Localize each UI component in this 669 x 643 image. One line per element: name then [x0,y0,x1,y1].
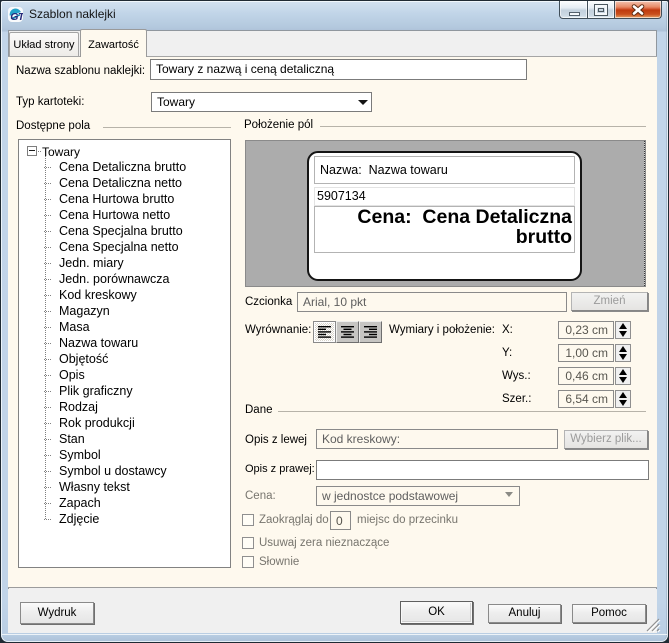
svg-text:GT: GT [10,11,23,22]
